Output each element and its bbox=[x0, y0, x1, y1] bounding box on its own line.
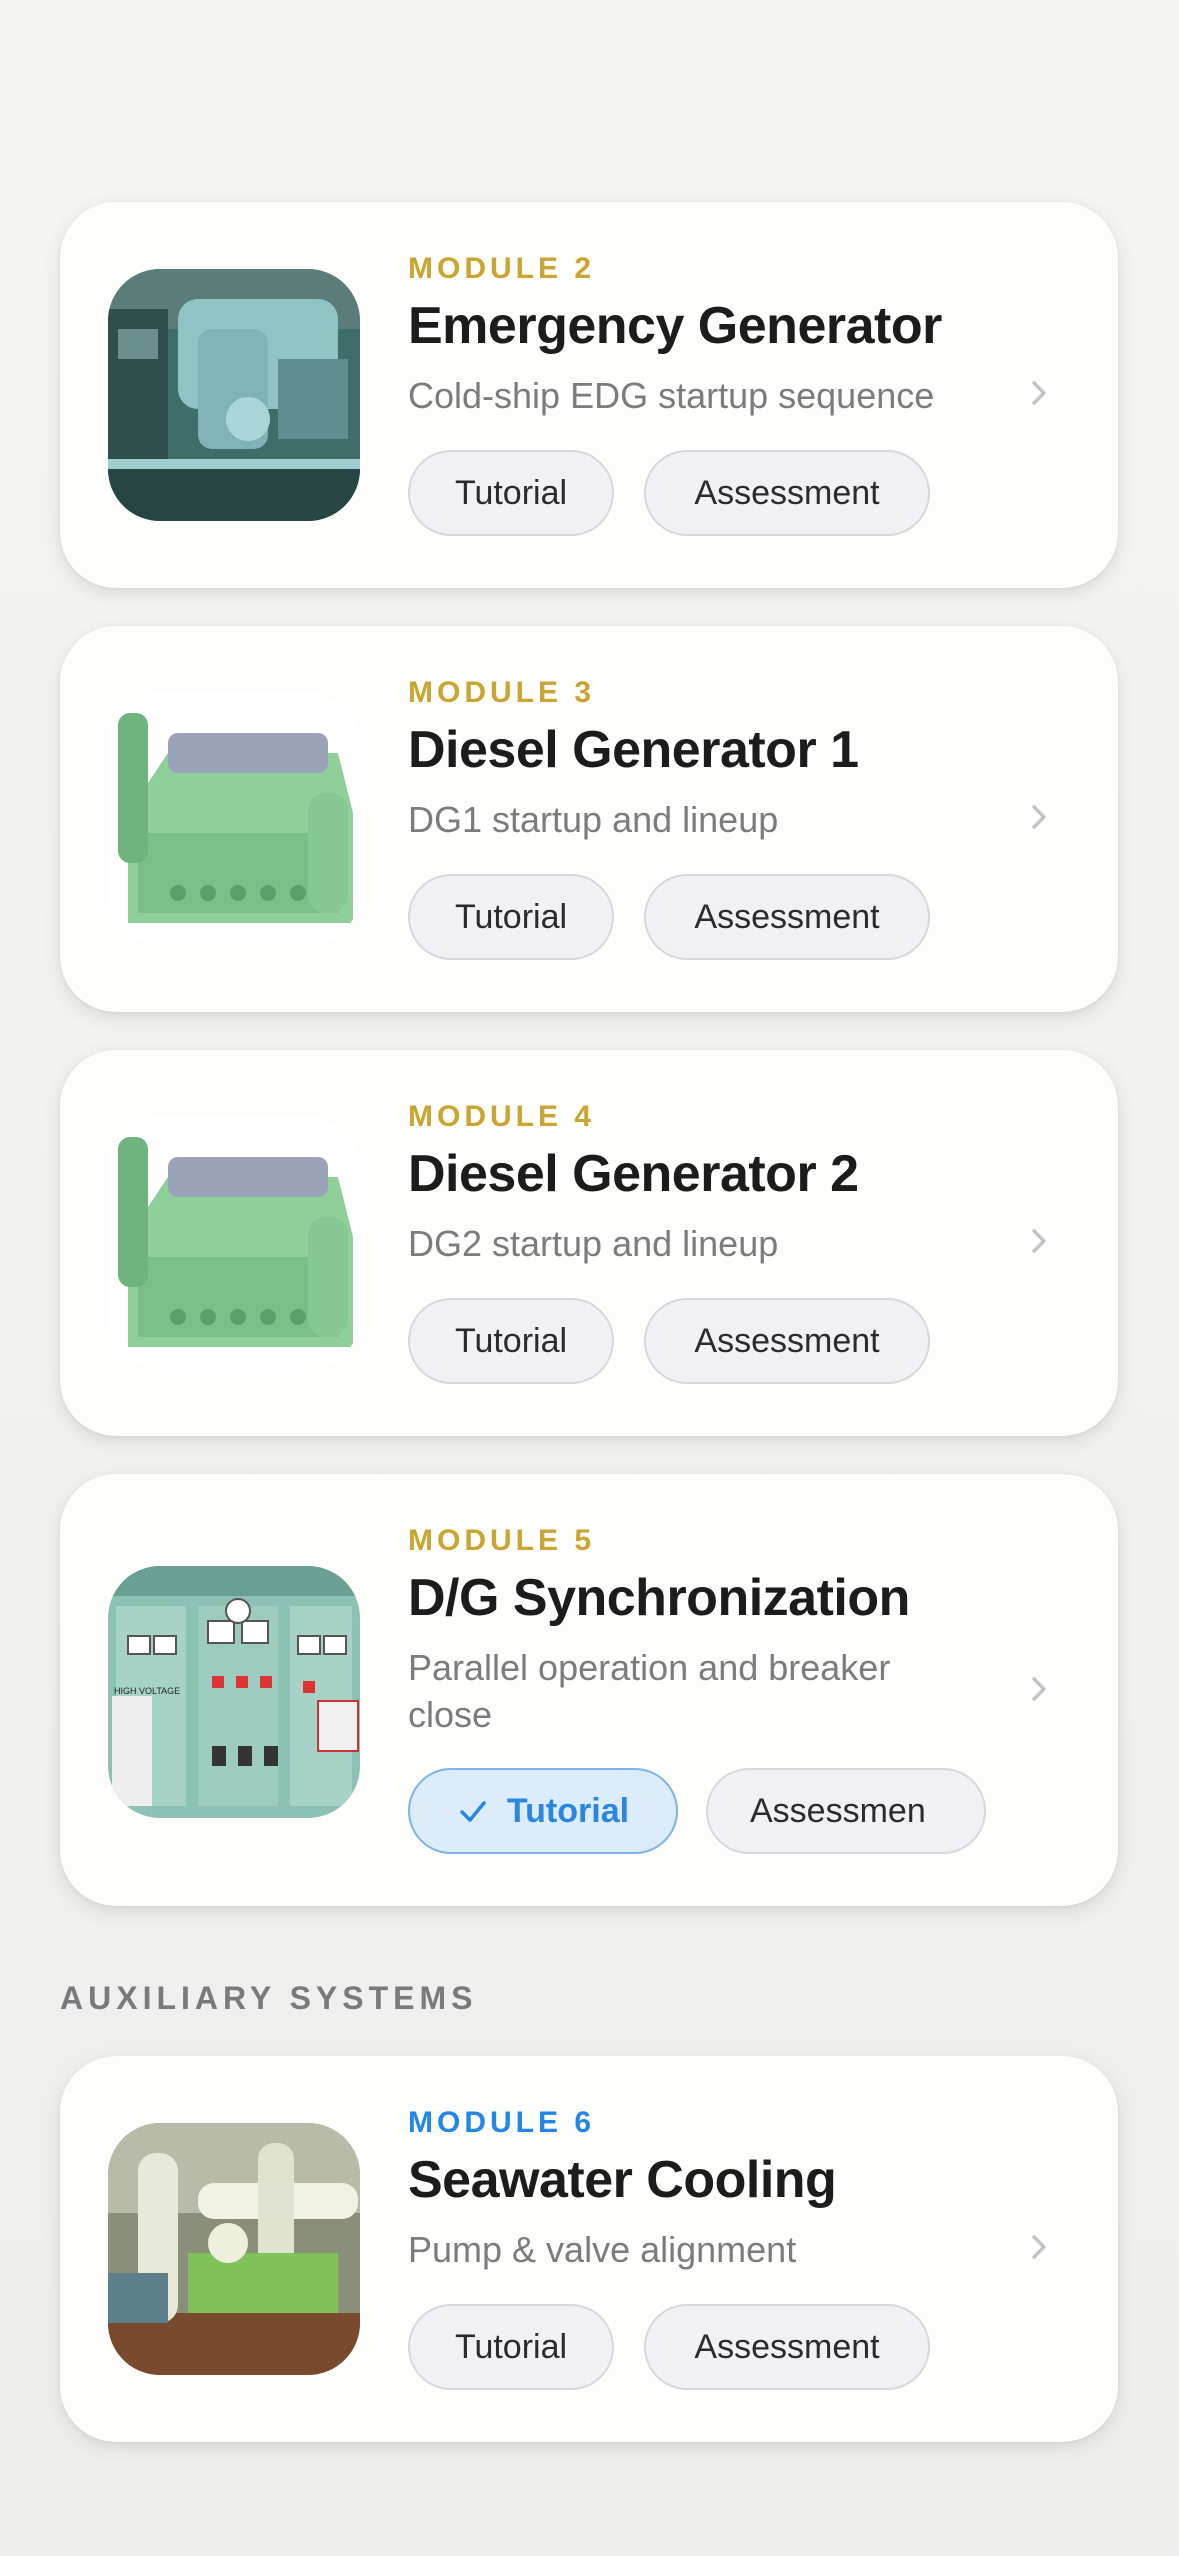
module-label: MODULE 6 bbox=[408, 2106, 596, 2139]
assessment-button[interactable]: Assessment bbox=[644, 450, 930, 536]
module-title: Diesel Generator 1 bbox=[408, 721, 859, 779]
tutorial-button[interactable]: Tutorial bbox=[408, 450, 614, 536]
tutorial-button[interactable]: Tutorial bbox=[408, 2304, 614, 2390]
module-label: MODULE 2 bbox=[408, 252, 596, 285]
section-header-auxiliary: AUXILIARY SYSTEMS bbox=[60, 1980, 478, 2016]
chevron-right-icon[interactable] bbox=[1026, 1228, 1052, 1254]
chevron-right-icon[interactable] bbox=[1026, 2234, 1052, 2260]
tutorial-button[interactable]: Tutorial bbox=[408, 874, 614, 960]
tutorial-button[interactable]: Tutorial bbox=[408, 1298, 614, 1384]
assessment-button[interactable]: Assessmen bbox=[706, 1768, 986, 1854]
chevron-right-icon[interactable] bbox=[1026, 1676, 1052, 1702]
tutorial-label: Tutorial bbox=[506, 1791, 630, 1830]
module-label: MODULE 4 bbox=[408, 1100, 596, 1133]
diesel-generator-1-image bbox=[108, 693, 360, 945]
tutorial-button-completed[interactable]: Tutorial bbox=[408, 1768, 678, 1854]
seawater-cooling-image bbox=[108, 2123, 360, 2375]
module-subtitle: DG2 startup and lineup bbox=[408, 1223, 779, 1264]
checkmark-icon bbox=[460, 1801, 486, 1822]
module-title: Emergency Generator bbox=[408, 297, 942, 355]
module-card-2[interactable]: MODULE 2 Emergency Generator Cold-ship E… bbox=[60, 202, 1118, 588]
emergency-generator-image bbox=[108, 269, 360, 521]
module-label: MODULE 5 bbox=[408, 1524, 596, 1557]
assessment-button[interactable]: Assessment bbox=[644, 2304, 930, 2390]
module-card-6[interactable]: MODULE 6 Seawater Cooling Pump & valve a… bbox=[60, 2056, 1118, 2442]
diesel-generator-2-image bbox=[108, 1117, 360, 1369]
module-subtitle: DG1 startup and lineup bbox=[408, 799, 779, 840]
module-title: Diesel Generator 2 bbox=[408, 1145, 859, 1203]
module-subtitle: Pump & valve alignment bbox=[408, 2229, 797, 2270]
module-title: D/G Synchronization bbox=[408, 1569, 910, 1627]
chevron-right-icon[interactable] bbox=[1026, 380, 1052, 406]
module-label: MODULE 3 bbox=[408, 676, 596, 709]
assessment-button[interactable]: Assessment bbox=[644, 1298, 930, 1384]
module-subtitle: Cold-ship EDG startup sequence bbox=[408, 375, 935, 416]
module-card-3[interactable]: MODULE 3 Diesel Generator 1 DG1 startup … bbox=[60, 626, 1118, 1012]
module-card-4[interactable]: MODULE 4 Diesel Generator 2 DG2 startup … bbox=[60, 1050, 1118, 1436]
switchboard-image: HIGH VOLTAGE bbox=[108, 1566, 360, 1818]
module-card-5[interactable]: HIGH VOLTAGE MODULE 5 D/G Synchronizatio… bbox=[60, 1474, 1118, 1906]
module-subtitle: Parallel operation and breaker close bbox=[408, 1647, 891, 1735]
high-voltage-label: HIGH VOLTAGE bbox=[114, 1686, 180, 1696]
module-title: Seawater Cooling bbox=[408, 2151, 837, 2209]
assessment-button[interactable]: Assessment bbox=[644, 874, 930, 960]
chevron-right-icon[interactable] bbox=[1026, 804, 1052, 830]
